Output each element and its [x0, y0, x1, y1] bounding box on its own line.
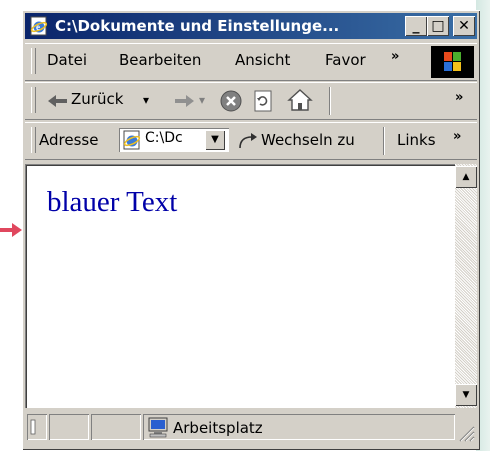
go-arrow-icon[interactable] — [237, 132, 259, 150]
menu-overflow-chevron[interactable]: » — [391, 49, 399, 64]
minimize-button[interactable]: _ — [405, 16, 427, 36]
address-value[interactable]: C:\Dc — [145, 130, 203, 146]
standard-toolbar: Zurück ▾ ▾ » — [25, 82, 477, 120]
refresh-icon[interactable] — [251, 89, 275, 113]
content-text: blauer Text — [47, 186, 178, 218]
ie-page-icon — [123, 130, 141, 150]
content-area: blauer Text — [25, 164, 455, 408]
page-status-icon — [30, 419, 36, 435]
address-label: Adresse — [39, 131, 99, 149]
scroll-up-button[interactable]: ▲ — [455, 166, 477, 188]
toolbar-grip[interactable] — [31, 87, 36, 113]
menu-bar: Datei Bearbeiten Ansicht Favor » — [25, 43, 477, 81]
menubar-grip[interactable] — [31, 48, 36, 74]
menu-bearbeiten[interactable]: Bearbeiten — [119, 51, 201, 69]
menu-ansicht[interactable]: Ansicht — [235, 51, 290, 69]
links-button[interactable]: Links — [397, 131, 436, 149]
status-pane-icon — [27, 414, 47, 440]
back-dropdown[interactable]: ▾ — [143, 93, 149, 107]
links-separator — [383, 127, 385, 155]
menu-datei[interactable]: Datei — [47, 51, 87, 69]
computer-icon — [148, 417, 168, 438]
svg-text:e: e — [36, 22, 40, 32]
vertical-scrollbar[interactable]: ▲ ▼ — [455, 164, 477, 408]
back-button[interactable]: Zurück — [71, 90, 123, 108]
window-title: C:\Dokumente und Einstellunge... — [55, 17, 340, 35]
scroll-down-button[interactable]: ▼ — [455, 384, 477, 406]
ie-page-icon: e — [30, 16, 48, 36]
title-bar[interactable]: e C:\Dokumente und Einstellunge... _ □ ✕ — [25, 13, 477, 39]
go-button[interactable]: Wechseln zu — [261, 131, 355, 149]
toolbar-separator — [329, 87, 331, 115]
status-bar: Arbeitsplatz — [25, 410, 477, 444]
forward-dropdown[interactable]: ▾ — [199, 93, 205, 107]
close-button[interactable]: ✕ — [453, 16, 475, 36]
links-overflow-chevron[interactable]: » — [453, 129, 461, 144]
address-bar: Adresse C:\Dc ▼ Wechseln zu Links » — [25, 122, 477, 160]
forward-arrow-icon[interactable] — [173, 93, 195, 109]
status-pane-secure — [91, 414, 141, 440]
resize-grip-icon[interactable] — [457, 424, 475, 442]
stop-icon[interactable] — [219, 89, 243, 113]
address-dropdown-button[interactable]: ▼ — [205, 130, 225, 150]
status-zone-label: Arbeitsplatz — [173, 419, 263, 437]
addressbar-grip[interactable] — [31, 127, 36, 153]
pointer-arrow-icon — [0, 223, 22, 237]
status-pane-progress — [49, 414, 89, 440]
address-input[interactable]: C:\Dc ▼ — [119, 128, 229, 152]
home-icon[interactable] — [287, 88, 313, 112]
windows-flag-icon — [444, 52, 461, 71]
windows-logo — [431, 46, 474, 78]
browser-window: e C:\Dokumente und Einstellunge... _ □ ✕… — [22, 10, 480, 450]
menu-favoriten[interactable]: Favor — [325, 51, 366, 69]
toolbar-overflow-chevron[interactable]: » — [455, 90, 463, 105]
back-arrow-icon[interactable] — [47, 93, 69, 109]
maximize-button[interactable]: □ — [427, 16, 449, 36]
